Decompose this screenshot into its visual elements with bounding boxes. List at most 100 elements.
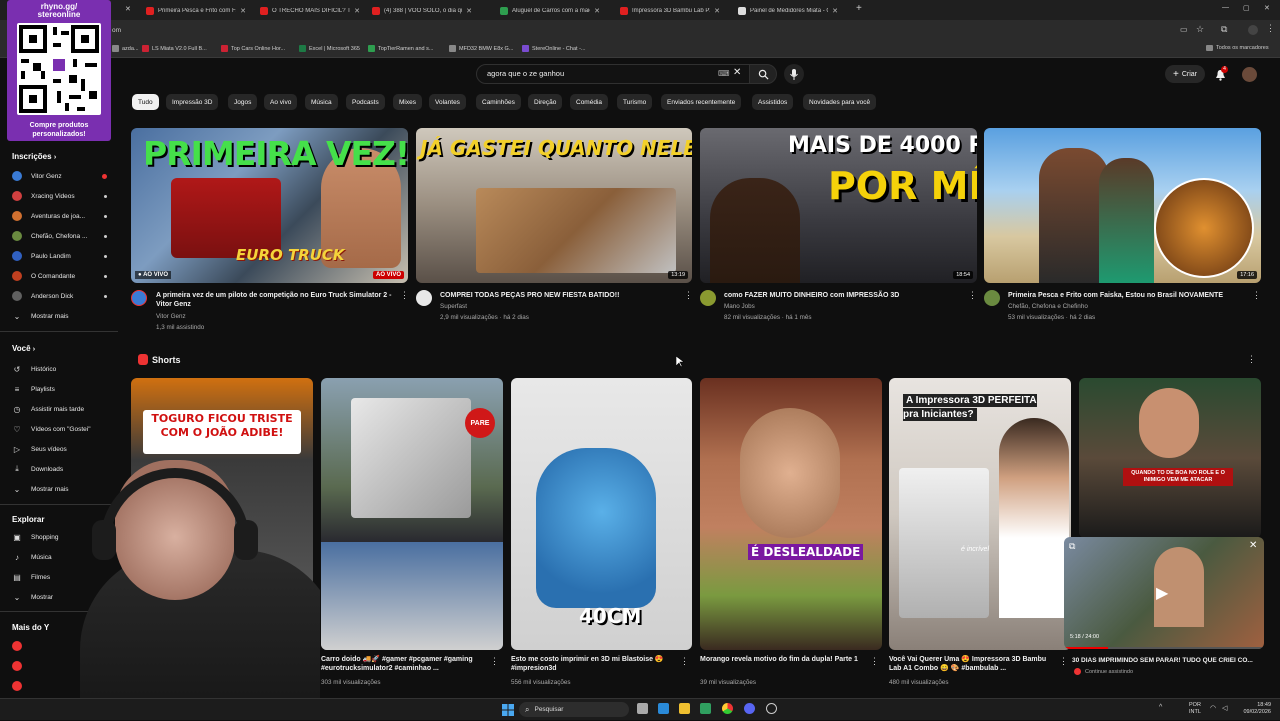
channel-avatar[interactable] bbox=[984, 290, 1000, 306]
more-actions-icon[interactable]: ⋮ bbox=[400, 290, 409, 301]
input-language[interactable]: POR INTL bbox=[1189, 702, 1201, 716]
channel-name[interactable]: Mano Jobs bbox=[724, 301, 755, 312]
short-thumbnail[interactable]: 40CM bbox=[511, 378, 692, 650]
bookmark[interactable]: TopTierRamen and s... bbox=[368, 45, 433, 52]
video-title[interactable]: como FAZER MUITO DINHEIRO com IMPRESSÃO … bbox=[724, 291, 964, 300]
close-tab-icon[interactable]: ✕ bbox=[125, 5, 131, 13]
close-tab-icon[interactable]: ✕ bbox=[714, 7, 720, 15]
bookmark[interactable]: LS Miata V2.0 Full B... bbox=[142, 45, 207, 52]
volume-icon[interactable]: ◁ bbox=[1222, 704, 1227, 712]
miniplayer-title[interactable]: 30 DIAS IMPRIMINDO SEM PARAR! TUDO QUE C… bbox=[1072, 656, 1262, 665]
obs-icon[interactable] bbox=[766, 703, 777, 714]
short-title[interactable]: Esto me costo imprimir en 3D mi Blastois… bbox=[511, 655, 676, 673]
short-thumbnail[interactable]: PARE bbox=[321, 378, 503, 650]
you-menu-item[interactable]: ↺ Histórico bbox=[12, 362, 107, 376]
subscription-item[interactable]: Aventuras de joa... bbox=[12, 209, 107, 223]
more-actions-icon[interactable]: ⋮ bbox=[1252, 290, 1261, 301]
shorts-more-icon[interactable]: ⋮ bbox=[1247, 354, 1256, 365]
filter-chip[interactable]: Direção bbox=[528, 94, 563, 110]
keyboard-icon[interactable]: ⌨ bbox=[718, 69, 730, 78]
short-title[interactable]: Você Vai Querer Uma 😍 Impressora 3D Bamb… bbox=[889, 655, 1054, 673]
more-actions-icon[interactable]: ⋮ bbox=[680, 656, 689, 667]
search-button[interactable] bbox=[749, 64, 777, 84]
profile-avatar[interactable] bbox=[1248, 25, 1258, 35]
all-bookmarks[interactable]: Todos os marcadores bbox=[1206, 45, 1269, 51]
youtube-kids-icon[interactable] bbox=[12, 681, 22, 691]
close-tab-icon[interactable]: ✕ bbox=[354, 7, 360, 15]
bookmark[interactable]: Top Cars Online Hor... bbox=[221, 45, 285, 52]
window-close-icon[interactable]: ✕ bbox=[1264, 4, 1270, 12]
voice-search-button[interactable] bbox=[784, 64, 804, 84]
close-miniplayer-icon[interactable]: ✕ bbox=[1249, 540, 1257, 551]
channel-name[interactable]: Chefão, Chefona e Chefinho bbox=[1008, 301, 1088, 312]
star-icon[interactable]: ☆ bbox=[1196, 24, 1204, 35]
youtube-music-icon[interactable] bbox=[12, 661, 22, 671]
short-thumbnail[interactable]: QUANDO TO DE BOA NO ROLE E O INIMIGO VEM… bbox=[1079, 378, 1261, 538]
browser-tab[interactable]: Painel de Medidores Miata - Q ✕ bbox=[732, 2, 844, 19]
filter-chip[interactable]: Assistidos bbox=[752, 94, 794, 110]
extensions-icon[interactable]: ⧉ bbox=[1221, 24, 1227, 35]
short-title[interactable]: Morango revela motivo do fim da dupla! P… bbox=[700, 655, 865, 664]
miniplayer[interactable]: ⧉ ✕ ▶ 5:18 / 24:00 bbox=[1064, 537, 1264, 649]
subscription-item[interactable]: Anderson Dick bbox=[12, 289, 107, 303]
you-menu-item[interactable]: ◷ Assistir mais tarde bbox=[12, 402, 107, 416]
browser-tab[interactable]: O TRECHO MAIS DIFÍCIL? Trazen✕ bbox=[254, 2, 366, 19]
short-title[interactable]: Carro doido 🚚🚀 #gamer #pcgamer #gaming #… bbox=[321, 655, 486, 673]
new-tab-icon[interactable]: + bbox=[856, 3, 862, 14]
video-thumbnail[interactable]: PRIMEIRA VEZ! EURO TRUCK ● AO VIVO AO VI… bbox=[131, 128, 408, 283]
you-menu-item[interactable]: ≡ Playlists bbox=[12, 382, 107, 396]
more-actions-icon[interactable]: ⋮ bbox=[870, 656, 879, 667]
show-more-subscriptions[interactable]: ⌄ Mostrar mais bbox=[12, 309, 107, 323]
subscription-item[interactable]: Vitor Genz bbox=[12, 169, 107, 183]
close-tab-icon[interactable]: ✕ bbox=[240, 7, 246, 15]
subscription-item[interactable]: Xracing Videos bbox=[12, 189, 107, 203]
tray-chevron-icon[interactable]: ^ bbox=[1159, 704, 1162, 711]
expand-icon[interactable]: ⧉ bbox=[1069, 541, 1075, 552]
more-actions-icon[interactable]: ⋮ bbox=[1059, 656, 1068, 667]
short-thumbnail[interactable]: É DESLEALDADE bbox=[700, 378, 882, 650]
subscription-item[interactable]: Chefão, Chefona ... bbox=[12, 229, 107, 243]
you-menu-item[interactable]: ♡ Vídeos com "Gostei" bbox=[12, 422, 107, 436]
subscription-item[interactable]: Paulo Landim bbox=[12, 249, 107, 263]
filter-chip[interactable]: Novidades para você bbox=[803, 94, 877, 110]
more-actions-icon[interactable]: ⋮ bbox=[684, 290, 693, 301]
browser-menu-icon[interactable]: ⋮ bbox=[1266, 23, 1275, 34]
channel-name[interactable]: Vitor Genz bbox=[156, 311, 186, 322]
filter-chip[interactable]: Enviados recentemente bbox=[661, 94, 742, 110]
subscriptions-heading[interactable]: Inscrições › bbox=[12, 152, 56, 161]
video-title[interactable]: COMPREI TODAS PEÇAS PRO NEW FIESTA BATID… bbox=[440, 291, 680, 300]
filter-chip[interactable]: Turismo bbox=[617, 94, 653, 110]
wifi-icon[interactable]: ◠ bbox=[1210, 704, 1216, 712]
install-icon[interactable]: ▭ bbox=[1180, 25, 1188, 34]
taskbar-search[interactable]: ⌕ Pesquisar bbox=[519, 702, 629, 717]
bookmark[interactable]: StereOnline - Chat -... bbox=[522, 45, 586, 52]
filter-chip[interactable]: Caminhões bbox=[476, 94, 521, 110]
browser-tab[interactable]: Aluguel de Carros com a maior ✕ bbox=[494, 2, 606, 19]
close-tab-icon[interactable]: ✕ bbox=[466, 7, 472, 15]
filter-chip[interactable]: Tudo bbox=[132, 94, 159, 110]
search-box[interactable]: ⌨ ✕ bbox=[476, 64, 750, 84]
filter-chip[interactable]: Música bbox=[305, 94, 338, 110]
miniplayer-progress-track[interactable] bbox=[1064, 647, 1264, 649]
more-actions-icon[interactable]: ⋮ bbox=[968, 290, 977, 301]
notifications-button[interactable]: 4 bbox=[1214, 66, 1228, 81]
clear-search-icon[interactable]: ✕ bbox=[733, 67, 741, 78]
subscription-item[interactable]: O Comandante bbox=[12, 269, 107, 283]
filter-chip[interactable]: Jogos bbox=[228, 94, 258, 110]
filter-chip[interactable]: Volantes bbox=[429, 94, 466, 110]
search-input[interactable] bbox=[487, 69, 707, 78]
app-icon[interactable] bbox=[700, 703, 711, 714]
chrome-icon[interactable] bbox=[722, 703, 733, 714]
account-avatar[interactable] bbox=[1242, 67, 1257, 82]
filter-chip[interactable]: Podcasts bbox=[346, 94, 385, 110]
more-actions-icon[interactable]: ⋮ bbox=[490, 656, 499, 667]
file-explorer-icon[interactable] bbox=[679, 703, 690, 714]
video-title[interactable]: Primeira Pesca e Frito com Faiska, Estou… bbox=[1008, 291, 1248, 300]
close-tab-icon[interactable]: ✕ bbox=[594, 7, 600, 15]
filter-chip[interactable]: Impressão 3D bbox=[166, 94, 219, 110]
short-thumbnail[interactable]: A Impressora 3D PERFEITA pra Iniciantes?… bbox=[889, 378, 1071, 650]
browser-tab[interactable]: Impressora 3D Bambu Lab P2S ✕ bbox=[614, 2, 726, 19]
clock[interactable]: 18:49 09/02/2026 bbox=[1239, 702, 1271, 716]
windows-start-icon[interactable] bbox=[502, 703, 514, 716]
channel-avatar[interactable] bbox=[131, 290, 147, 306]
